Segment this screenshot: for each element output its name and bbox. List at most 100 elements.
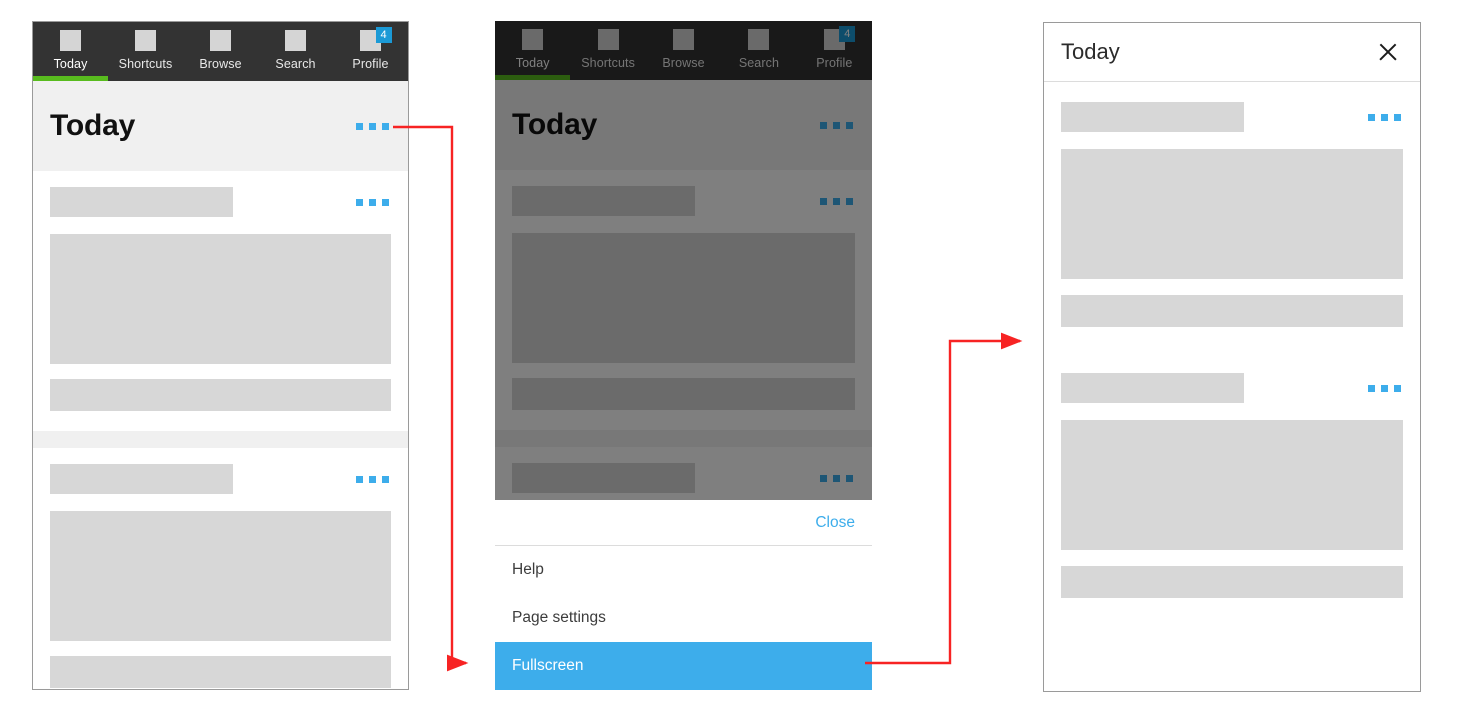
square-icon [748, 29, 770, 50]
kebab-dot [833, 474, 840, 482]
tab-shortcuts[interactable]: Shortcuts [570, 21, 645, 80]
square-icon [210, 30, 231, 51]
kebab-menu-icon[interactable] [818, 116, 855, 135]
square-icon [135, 30, 156, 51]
card-header [512, 463, 855, 493]
kebab-menu-icon[interactable] [354, 193, 391, 212]
kebab-dot [833, 197, 840, 205]
kebab-dot [1368, 384, 1375, 392]
placeholder-line [1061, 566, 1403, 598]
placeholder-image [50, 511, 391, 641]
section-divider [33, 431, 408, 448]
kebab-dot [833, 121, 840, 129]
tab-label: Browse [662, 56, 705, 70]
kebab-dot [1394, 384, 1401, 392]
tab-search[interactable]: Search [258, 22, 333, 81]
menu-item-help[interactable]: Help [495, 546, 872, 594]
tab-browse[interactable]: Browse [183, 22, 258, 81]
kebab-dot [1381, 384, 1388, 392]
modal-title: Today [1061, 39, 1120, 64]
kebab-dot [356, 122, 363, 130]
close-x-icon[interactable] [1377, 41, 1399, 63]
placeholder-line [1061, 295, 1403, 327]
placeholder-title [50, 464, 233, 494]
kebab-dot [820, 474, 827, 482]
kebab-menu-icon[interactable] [818, 469, 855, 488]
tab-today[interactable]: Today [33, 22, 108, 81]
card-header [1061, 373, 1403, 403]
tab-label: Today [53, 57, 88, 71]
kebab-dot [356, 198, 363, 206]
action-sheet-header: Close [495, 500, 872, 546]
modal-header: Today [1044, 23, 1420, 82]
kebab-menu-icon[interactable] [354, 470, 391, 489]
kebab-dot [369, 475, 376, 483]
content-card [495, 170, 872, 430]
close-button[interactable]: Close [815, 514, 855, 532]
page-header-panel1: Today [33, 81, 408, 171]
tab-bar-panel2: Today Shortcuts Browse Search 4 Profile [495, 21, 872, 80]
placeholder-image [1061, 149, 1403, 279]
kebab-dot [846, 197, 853, 205]
card-header [512, 186, 855, 216]
section-divider [495, 430, 872, 447]
page-title: Today [512, 108, 598, 141]
content-card [33, 448, 408, 689]
kebab-menu-icon[interactable] [354, 117, 391, 136]
panel-menu-open-state: Today Shortcuts Browse Search 4 Profile [495, 21, 872, 690]
action-sheet: Close Help Page settings Fullscreen [495, 500, 872, 690]
tab-profile[interactable]: 4 Profile [333, 22, 408, 81]
kebab-menu-icon[interactable] [1366, 108, 1403, 127]
square-icon [597, 29, 619, 50]
placeholder-title [50, 187, 233, 217]
placeholder-title [1061, 102, 1244, 132]
menu-item-page-settings[interactable]: Page settings [495, 594, 872, 642]
profile-badge-count: 4 [375, 27, 392, 43]
placeholder-line [50, 656, 391, 688]
tab-label: Shortcuts [581, 56, 635, 70]
arrow-fullscreen-to-modal [865, 332, 1023, 665]
placeholder-image [50, 234, 391, 364]
kebab-menu-icon[interactable] [1366, 379, 1403, 398]
placeholder-line [512, 378, 855, 410]
tab-label: Search [738, 56, 780, 70]
placeholder-title [1061, 373, 1244, 403]
tab-bar-panel1: Today Shortcuts Browse Search 4 Profile [33, 22, 408, 81]
tab-label: Profile [352, 57, 389, 71]
kebab-dot [846, 121, 853, 129]
placeholder-image [512, 233, 855, 363]
card-header [1061, 102, 1403, 132]
tab-profile[interactable]: 4 Profile [797, 21, 872, 80]
tab-shortcuts[interactable]: Shortcuts [108, 22, 183, 81]
tab-label: Shortcuts [118, 57, 173, 71]
active-tab-indicator [33, 76, 108, 81]
active-tab-indicator [495, 75, 571, 80]
square-icon [60, 30, 81, 51]
kebab-dot [382, 475, 389, 483]
kebab-dot [382, 122, 389, 130]
panel-fullscreen-state: Today [1043, 22, 1421, 692]
kebab-dot [382, 198, 389, 206]
kebab-dot [820, 121, 827, 129]
page-title: Today [50, 109, 136, 142]
tab-browse[interactable]: Browse [646, 21, 721, 80]
panel-default-state: Today Shortcuts Browse Search 4 Profile [32, 21, 409, 690]
square-icon [673, 29, 695, 50]
kebab-dot [356, 475, 363, 483]
kebab-menu-icon[interactable] [818, 192, 855, 211]
tab-search[interactable]: Search [721, 21, 796, 80]
card-header [50, 187, 391, 217]
page-header-panel2: Today [495, 80, 872, 170]
placeholder-title [512, 463, 695, 493]
square-icon [522, 29, 544, 50]
placeholder-title [512, 186, 695, 216]
placeholder-line [50, 379, 391, 411]
tab-today[interactable]: Today [495, 21, 571, 80]
kebab-dot [369, 198, 376, 206]
menu-item-fullscreen[interactable]: Fullscreen [495, 642, 872, 690]
kebab-dot [820, 197, 827, 205]
kebab-dot [1368, 113, 1375, 121]
card-header [50, 464, 391, 494]
tab-label: Today [515, 56, 550, 70]
